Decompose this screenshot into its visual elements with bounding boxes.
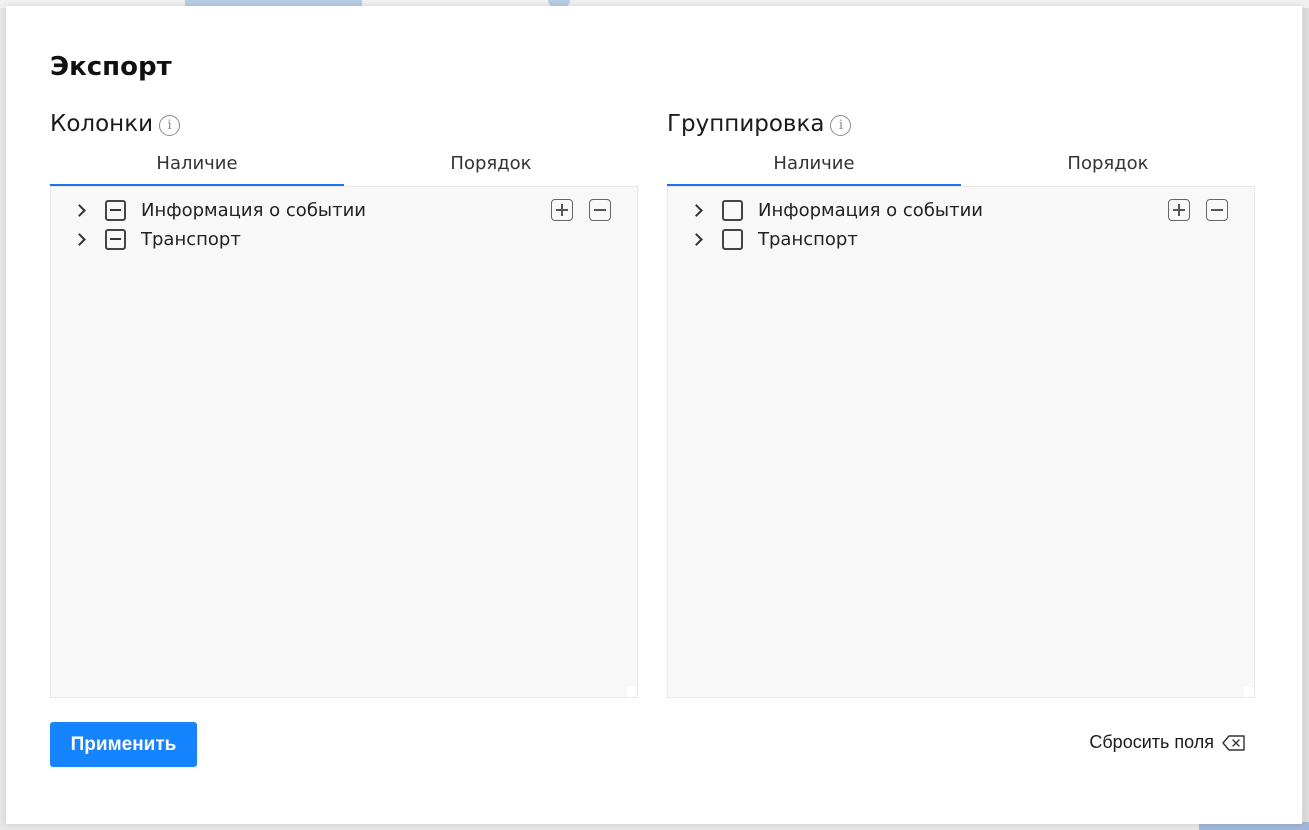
grouping-transport-checkbox[interactable] xyxy=(722,228,743,250)
chevron-right-icon[interactable] xyxy=(684,196,712,224)
columns-transport-checkbox[interactable] xyxy=(105,228,126,250)
background-edge xyxy=(1303,8,1309,830)
columns-header: Колонки i xyxy=(50,108,638,140)
grouping-tab-presence[interactable]: Наличие xyxy=(667,148,961,186)
grouping-tree-tools xyxy=(1168,199,1228,221)
columns-tree-row-transport[interactable]: Транспорт xyxy=(51,225,241,253)
columns-tree-row-event-info[interactable]: Информация о событии xyxy=(51,196,366,224)
chevron-right-icon[interactable] xyxy=(67,225,95,253)
scrollbar-corner xyxy=(1244,687,1254,697)
tree-row-label: Информация о событии xyxy=(141,199,367,221)
scrollbar-corner xyxy=(627,687,637,697)
backspace-icon xyxy=(1222,734,1245,751)
grouping-panel: Группировка i Наличие Порядок Информация… xyxy=(667,108,1255,698)
dialog-title: Экспорт xyxy=(50,52,172,82)
columns-tab-order[interactable]: Порядок xyxy=(344,148,638,186)
grouping-expand-all-icon[interactable] xyxy=(1168,199,1190,221)
grouping-collapse-all-icon[interactable] xyxy=(1206,199,1228,221)
grouping-tree: Информация о событии Транспорт xyxy=(667,186,1255,698)
chevron-right-icon[interactable] xyxy=(67,196,95,224)
columns-event-info-checkbox[interactable] xyxy=(105,199,126,221)
grouping-info-icon[interactable]: i xyxy=(830,114,852,136)
columns-tab-presence[interactable]: Наличие xyxy=(50,148,344,186)
grouping-tree-row-event-info[interactable]: Информация о событии xyxy=(668,196,983,224)
grouping-event-info-checkbox[interactable] xyxy=(722,199,743,221)
columns-tree-tools xyxy=(551,199,611,221)
columns-info-icon[interactable]: i xyxy=(159,114,181,136)
grouping-tabs: Наличие Порядок xyxy=(667,148,1255,186)
chevron-right-icon[interactable] xyxy=(684,225,712,253)
apply-button[interactable]: Применить xyxy=(50,722,197,767)
columns-panel: Колонки i Наличие Порядок Информация о с… xyxy=(50,108,638,698)
tree-row-label: Транспорт xyxy=(141,228,241,250)
columns-expand-all-icon[interactable] xyxy=(551,199,573,221)
columns-tree: Информация о событии Транспорт xyxy=(50,186,638,698)
export-dialog: Экспорт Колонки i Наличие Порядок Информ… xyxy=(6,6,1302,824)
columns-tabs: Наличие Порядок xyxy=(50,148,638,186)
tree-row-label: Транспорт xyxy=(758,228,858,250)
reset-fields-button[interactable]: Сбросить поля xyxy=(1089,732,1246,753)
columns-collapse-all-icon[interactable] xyxy=(589,199,611,221)
grouping-tab-order[interactable]: Порядок xyxy=(961,148,1255,186)
grouping-title: Группировка xyxy=(667,111,825,137)
reset-fields-label: Сбросить поля xyxy=(1089,732,1214,752)
grouping-tree-row-transport[interactable]: Транспорт xyxy=(668,225,858,253)
grouping-header: Группировка i xyxy=(667,108,1255,140)
tree-row-label: Информация о событии xyxy=(758,199,984,221)
columns-title: Колонки xyxy=(50,111,154,137)
